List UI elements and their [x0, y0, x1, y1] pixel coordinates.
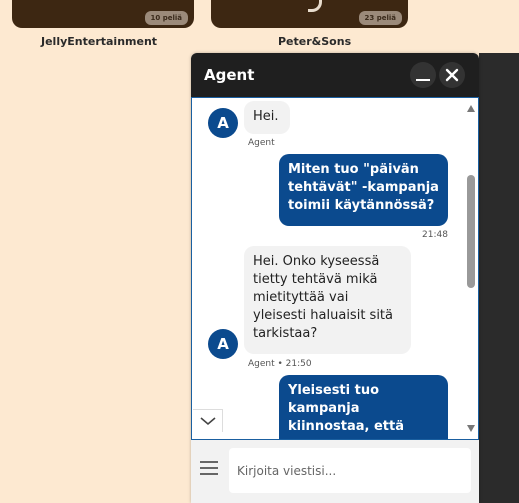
- scroll-to-bottom-button[interactable]: [193, 409, 223, 432]
- close-icon: [445, 68, 459, 82]
- game-card-peter[interactable]: 23 peliä: [211, 0, 408, 28]
- chevron-down-icon: [199, 417, 216, 426]
- agent-avatar: A: [208, 329, 238, 359]
- chat-header: Agent: [191, 53, 479, 97]
- chat-title: Agent: [204, 66, 255, 84]
- publisher-name[interactable]: Peter&Sons: [278, 35, 351, 48]
- game-count-badge: 23 peliä: [358, 11, 402, 25]
- minimize-button[interactable]: [410, 62, 436, 88]
- message-composer: [191, 440, 479, 503]
- user-message: Yleisesti tuo kampanja kiinnostaa, että: [279, 375, 448, 439]
- menu-icon[interactable]: [200, 461, 218, 475]
- scroll-down-arrow-icon[interactable]: [467, 425, 475, 432]
- publisher-name[interactable]: JellyEntertainment: [41, 35, 157, 48]
- agent-message: Hei.: [244, 101, 290, 134]
- moon-icon: [308, 0, 322, 12]
- message-list[interactable]: A Hei. Agent Miten tuo "päivän tehtävät"…: [191, 97, 479, 440]
- page-backdrop-strip: [479, 53, 519, 503]
- message-meta: Agent • 21:50: [248, 359, 312, 369]
- scroll-up-arrow-icon[interactable]: [467, 105, 475, 112]
- agent-avatar: A: [208, 108, 238, 138]
- message-meta: Agent: [248, 138, 275, 148]
- scrollbar[interactable]: [462, 98, 478, 439]
- close-button[interactable]: [439, 62, 465, 88]
- game-count-badge: 10 peliä: [144, 11, 188, 25]
- user-message: Miten tuo "päivän tehtävät" -kampanja to…: [279, 154, 448, 226]
- message-input[interactable]: [229, 448, 471, 493]
- minimize-icon: [416, 79, 430, 81]
- message-time: 21:48: [422, 230, 448, 240]
- game-card-jelly[interactable]: 10 peliä: [12, 0, 194, 28]
- agent-message: Hei. Onko kyseessä tietty tehtävä mikä m…: [244, 246, 411, 354]
- scrollbar-thumb[interactable]: [467, 175, 475, 288]
- chat-widget: Agent A Hei. Agent Miten tuo "päivän teh…: [191, 53, 479, 503]
